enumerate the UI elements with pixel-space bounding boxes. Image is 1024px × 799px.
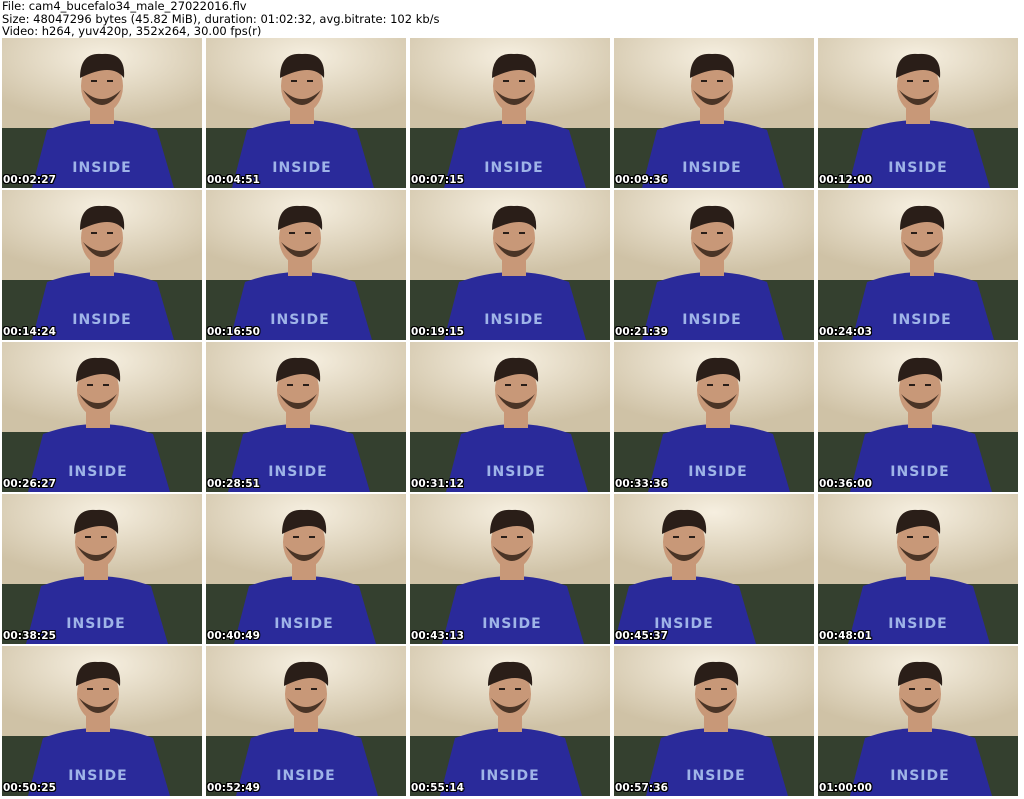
shirt-lettering: INSIDE bbox=[482, 616, 542, 632]
video-thumbnail[interactable]: INSIDE 00:55:14 bbox=[410, 646, 610, 796]
shirt-lettering: INSIDE bbox=[68, 464, 128, 480]
shirt-lettering: INSIDE bbox=[682, 312, 742, 328]
video-thumbnail[interactable]: INSIDE 00:28:51 bbox=[206, 342, 406, 492]
thumbnail-timestamp: 00:40:49 bbox=[207, 630, 261, 642]
video-thumbnail[interactable]: INSIDE 00:09:36 bbox=[614, 38, 814, 188]
video-thumbnail[interactable]: INSIDE 00:36:00 bbox=[818, 342, 1018, 492]
shirt-lettering: INSIDE bbox=[270, 312, 330, 328]
shirt-lettering: INSIDE bbox=[72, 312, 132, 328]
video-thumbnail[interactable]: INSIDE 00:04:51 bbox=[206, 38, 406, 188]
thumbnail-timestamp: 00:09:36 bbox=[615, 174, 669, 186]
shirt-lettering: INSIDE bbox=[66, 616, 126, 632]
video-thumbnail[interactable]: INSIDE 00:24:03 bbox=[818, 190, 1018, 340]
video-thumbnail[interactable]: INSIDE 00:45:37 bbox=[614, 494, 814, 644]
shirt-lettering: INSIDE bbox=[276, 768, 336, 784]
thumbnail-timestamp: 00:26:27 bbox=[3, 478, 57, 490]
file-name-line: File: cam4_bucefalo34_male_27022016.flv bbox=[2, 0, 247, 13]
thumbnail-timestamp: 00:28:51 bbox=[207, 478, 261, 490]
video-thumbnail[interactable]: INSIDE 00:14:24 bbox=[2, 190, 202, 340]
shirt-lettering: INSIDE bbox=[484, 312, 544, 328]
thumbnail-timestamp: 00:07:15 bbox=[411, 174, 465, 186]
thumbnail-grid: INSIDE 00:02:27 INSIDE 00:04:51 INSIDE 00:07:… bbox=[2, 38, 1022, 799]
shirt-lettering: INSIDE bbox=[890, 768, 950, 784]
video-thumbnail[interactable]: INSIDE 00:38:25 bbox=[2, 494, 202, 644]
shirt-lettering: INSIDE bbox=[486, 464, 546, 480]
video-thumbnail[interactable]: INSIDE 00:43:13 bbox=[410, 494, 610, 644]
shirt-lettering: INSIDE bbox=[268, 464, 328, 480]
thumbnail-timestamp: 00:43:13 bbox=[411, 630, 465, 642]
thumbnail-timestamp: 00:36:00 bbox=[819, 478, 873, 490]
shirt-lettering: INSIDE bbox=[272, 160, 332, 176]
video-thumbnail[interactable]: INSIDE 00:21:39 bbox=[614, 190, 814, 340]
thumbnail-timestamp: 00:21:39 bbox=[615, 326, 669, 338]
video-thumbnail[interactable]: INSIDE 00:52:49 bbox=[206, 646, 406, 796]
thumbnail-timestamp: 00:12:00 bbox=[819, 174, 873, 186]
thumbnail-timestamp: 00:02:27 bbox=[3, 174, 57, 186]
shirt-lettering: INSIDE bbox=[484, 160, 544, 176]
shirt-lettering: INSIDE bbox=[688, 464, 748, 480]
thumbnail-timestamp: 00:31:12 bbox=[411, 478, 465, 490]
video-thumbnail[interactable]: INSIDE 00:16:50 bbox=[206, 190, 406, 340]
video-thumbnail[interactable]: INSIDE 00:50:25 bbox=[2, 646, 202, 796]
thumbnail-timestamp: 00:38:25 bbox=[3, 630, 57, 642]
thumbnail-timestamp: 01:00:00 bbox=[819, 782, 873, 794]
video-thumbnail[interactable]: INSIDE 01:00:00 bbox=[818, 646, 1018, 796]
thumbnail-timestamp: 00:14:24 bbox=[3, 326, 57, 338]
video-thumbnail[interactable]: INSIDE 00:48:01 bbox=[818, 494, 1018, 644]
thumbnail-timestamp: 00:19:15 bbox=[411, 326, 465, 338]
thumbnail-timestamp: 00:45:37 bbox=[615, 630, 669, 642]
thumbnail-timestamp: 00:16:50 bbox=[207, 326, 261, 338]
video-thumbnail[interactable]: INSIDE 00:02:27 bbox=[2, 38, 202, 188]
file-info-header: File: cam4_bucefalo34_male_27022016.flv … bbox=[2, 0, 1022, 38]
shirt-lettering: INSIDE bbox=[892, 312, 952, 328]
thumbnail-timestamp: 00:33:36 bbox=[615, 478, 669, 490]
shirt-lettering: INSIDE bbox=[888, 616, 948, 632]
shirt-lettering: INSIDE bbox=[888, 160, 948, 176]
video-thumbnail[interactable]: INSIDE 00:26:27 bbox=[2, 342, 202, 492]
thumbnail-timestamp: 00:52:49 bbox=[207, 782, 261, 794]
thumbnail-timestamp: 00:50:25 bbox=[3, 782, 57, 794]
video-thumbnail[interactable]: INSIDE 00:33:36 bbox=[614, 342, 814, 492]
shirt-lettering: INSIDE bbox=[686, 768, 746, 784]
video-thumbnail[interactable]: INSIDE 00:57:36 bbox=[614, 646, 814, 796]
shirt-lettering: INSIDE bbox=[72, 160, 132, 176]
video-thumbnail[interactable]: INSIDE 00:31:12 bbox=[410, 342, 610, 492]
shirt-lettering: INSIDE bbox=[890, 464, 950, 480]
thumbnail-timestamp: 00:04:51 bbox=[207, 174, 261, 186]
video-thumbnail[interactable]: INSIDE 00:07:15 bbox=[410, 38, 610, 188]
shirt-lettering: INSIDE bbox=[682, 160, 742, 176]
shirt-lettering: INSIDE bbox=[68, 768, 128, 784]
thumbnail-timestamp: 00:24:03 bbox=[819, 326, 873, 338]
video-thumbnail[interactable]: INSIDE 00:19:15 bbox=[410, 190, 610, 340]
shirt-lettering: INSIDE bbox=[274, 616, 334, 632]
video-info-line: Video: h264, yuv420p, 352x264, 30.00 fps… bbox=[2, 24, 262, 38]
thumbnail-timestamp: 00:55:14 bbox=[411, 782, 465, 794]
thumbnail-timestamp: 00:57:36 bbox=[615, 782, 669, 794]
shirt-lettering: INSIDE bbox=[480, 768, 540, 784]
thumbnail-timestamp: 00:48:01 bbox=[819, 630, 873, 642]
video-thumbnail[interactable]: INSIDE 00:40:49 bbox=[206, 494, 406, 644]
video-thumbnail[interactable]: INSIDE 00:12:00 bbox=[818, 38, 1018, 188]
